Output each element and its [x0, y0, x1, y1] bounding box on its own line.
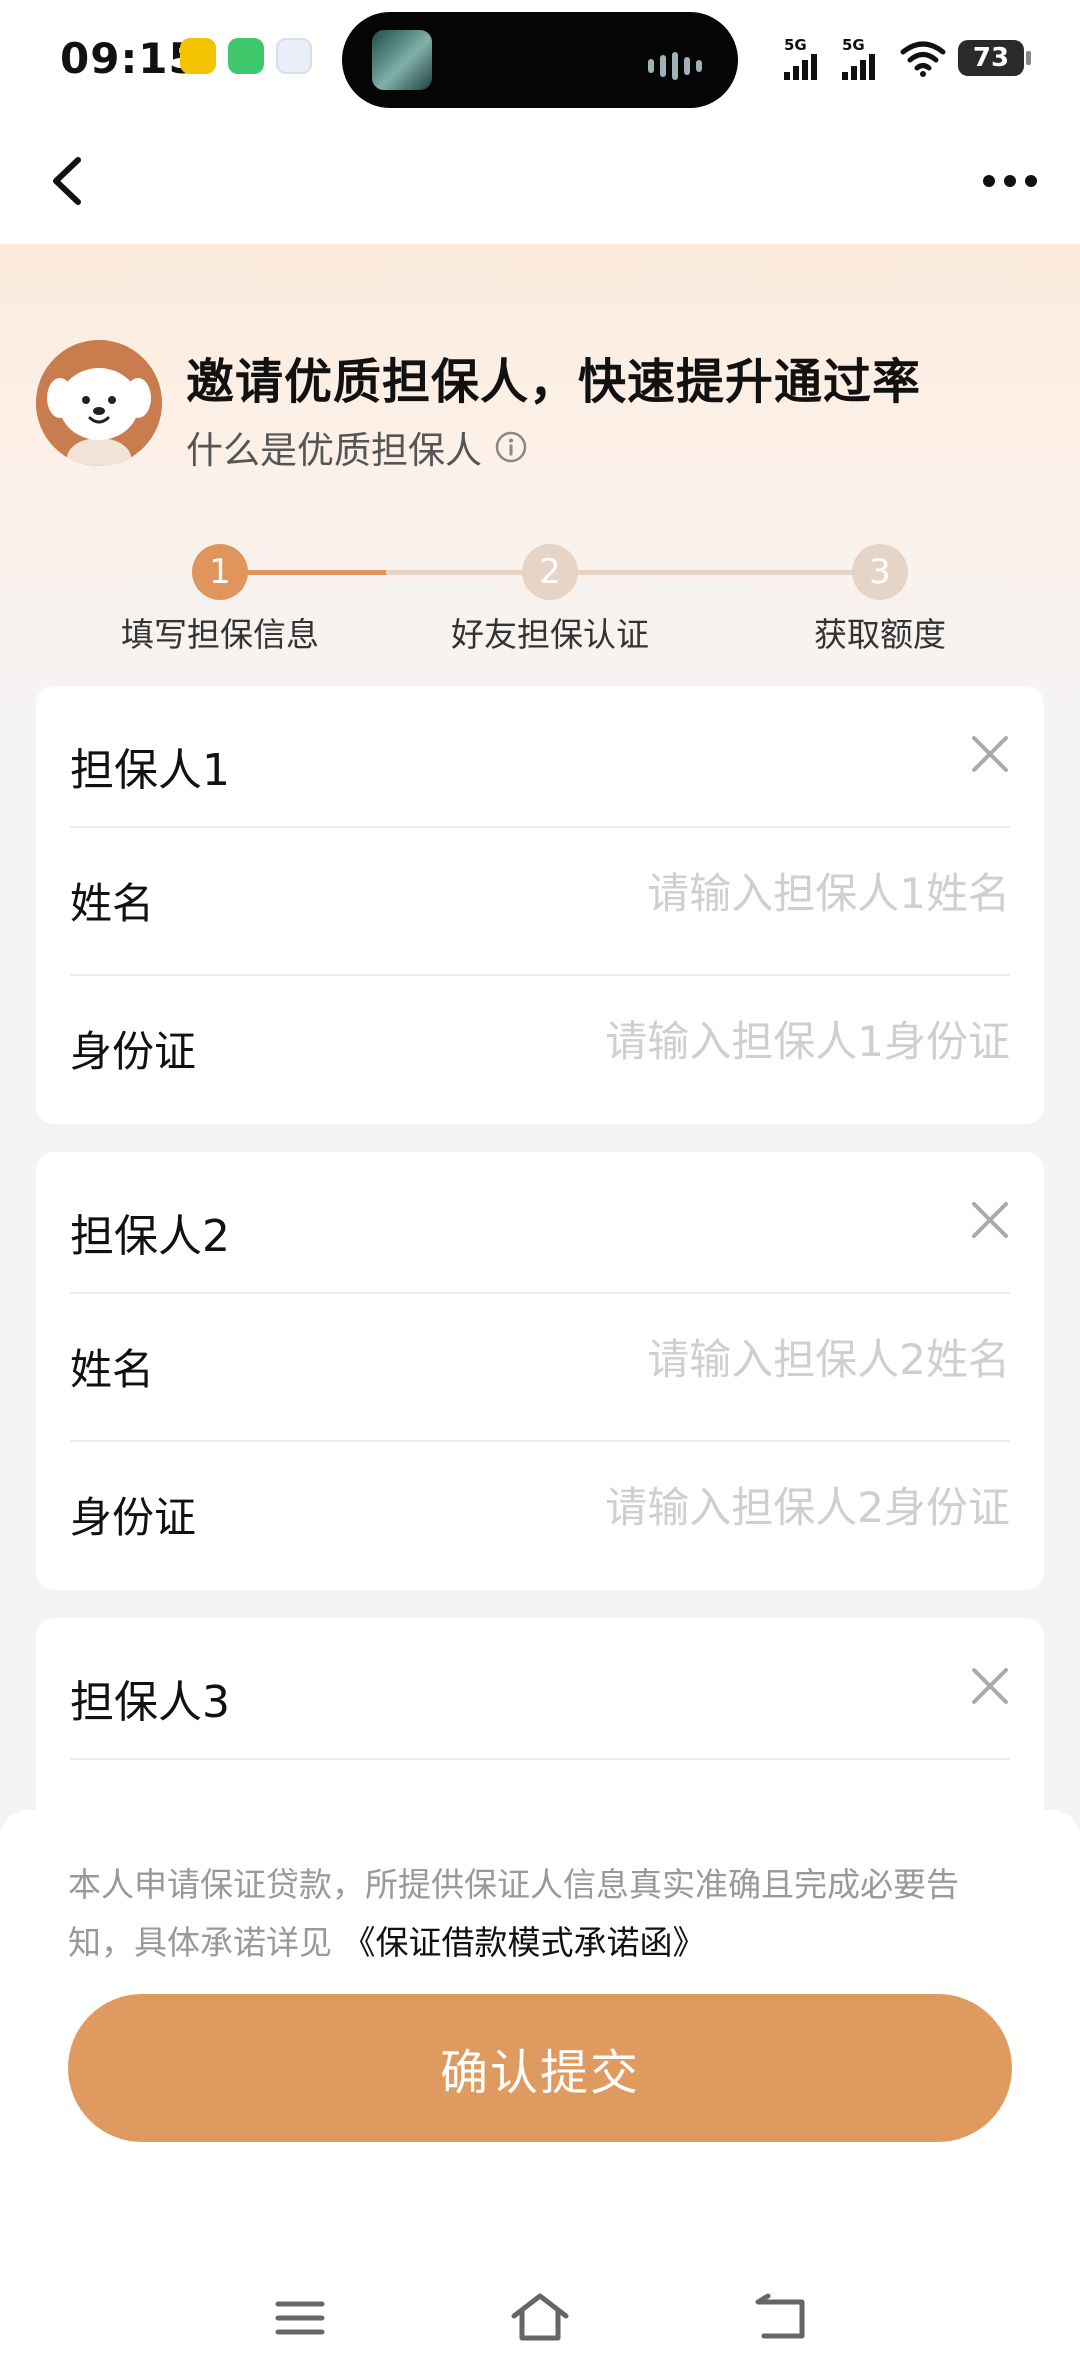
guarantor-title: 担保人2	[70, 1211, 230, 1262]
guarantor-2-name-input[interactable]	[410, 1324, 1010, 1394]
guarantor-title: 担保人3	[70, 1677, 230, 1728]
signal-icon: 5G	[784, 36, 830, 80]
step-line-inactive	[550, 570, 880, 575]
carrier-app-icon	[276, 38, 312, 74]
name-label: 姓名	[70, 1345, 155, 1394]
remove-guarantor-close-icon[interactable]	[968, 1198, 1012, 1242]
battery-icon: 73	[958, 40, 1031, 76]
step-label-3: 获取额度	[814, 615, 946, 654]
what-is-quality-guarantor-link[interactable]: 什么是优质担保人	[186, 420, 528, 474]
signal-icon: 5G	[842, 36, 888, 80]
step-dot-1: 1	[192, 544, 248, 600]
id-card-label: 身份证	[70, 1027, 197, 1076]
info-icon	[495, 431, 527, 463]
divider	[70, 974, 1010, 976]
guarantor-card-1: 担保人1 姓名 身份证	[36, 686, 1044, 1124]
subline-text: 什么是优质担保人	[186, 429, 482, 472]
back-nav-icon[interactable]	[748, 2286, 812, 2350]
remove-guarantor-close-icon[interactable]	[968, 732, 1012, 776]
dynamic-island[interactable]	[342, 12, 738, 108]
guarantor-2-id-input[interactable]	[410, 1472, 1010, 1542]
more-dot-icon	[1025, 175, 1037, 187]
wifi-icon	[900, 41, 946, 77]
more-dot-icon	[1004, 175, 1016, 187]
page-headline: 邀请优质担保人，快速提升通过率	[186, 354, 922, 410]
media-thumbnail	[372, 30, 432, 90]
divider	[70, 1440, 1010, 1442]
guarantor-card-2: 担保人2 姓名 身份证	[36, 1152, 1044, 1590]
system-nav-bar	[0, 2260, 1080, 2376]
mascot-avatar	[36, 340, 162, 466]
divider	[70, 1758, 1010, 1760]
phone-app-icon	[228, 38, 264, 74]
page: 09:15 5G 5G 73 邀请优质担保人，快速提升通过率 什么是优质担保人 …	[0, 0, 1080, 2376]
status-bar: 09:15 5G 5G 73	[0, 0, 1080, 120]
divider	[70, 1292, 1010, 1294]
menu-icon[interactable]	[268, 2286, 332, 2350]
audio-wave-icon	[648, 52, 702, 80]
back-button[interactable]	[34, 146, 104, 216]
notification-icons	[180, 38, 312, 74]
submit-button[interactable]: 确认提交	[68, 1994, 1012, 2142]
bottom-action-sheet: 本人申请保证贷款，所提供保证人信息真实准确且完成必要告知，具体承诺详见 《保证借…	[0, 1810, 1080, 2376]
step-dot-3: 3	[852, 544, 908, 600]
status-indicators: 5G 5G 73	[784, 36, 1031, 80]
name-label: 姓名	[70, 879, 155, 928]
guarantor-title: 担保人1	[70, 745, 230, 796]
step-label-2: 好友担保认证	[451, 615, 649, 654]
remove-guarantor-close-icon[interactable]	[968, 1664, 1012, 1708]
home-icon[interactable]	[508, 2286, 572, 2350]
progress-steps: 1 2 3 填写担保信息 好友担保认证 获取额度	[0, 544, 1080, 664]
step-label-1: 填写担保信息	[121, 615, 319, 654]
guarantor-1-name-input[interactable]	[410, 858, 1010, 928]
status-time: 09:15	[60, 34, 199, 83]
divider	[70, 826, 1010, 828]
app-notification-icon	[180, 38, 216, 74]
agreement-link[interactable]: 《保证借款模式承诺函》	[343, 1923, 706, 1962]
guarantor-1-id-input[interactable]	[410, 1006, 1010, 1076]
more-dot-icon	[983, 175, 995, 187]
agreement-notice: 本人申请保证贷款，所提供保证人信息真实准确且完成必要告知，具体承诺详见 《保证借…	[68, 1856, 1018, 1972]
step-dot-2: 2	[522, 544, 578, 600]
nav-bar	[0, 120, 1080, 244]
more-button[interactable]	[970, 146, 1050, 216]
id-card-label: 身份证	[70, 1493, 197, 1542]
